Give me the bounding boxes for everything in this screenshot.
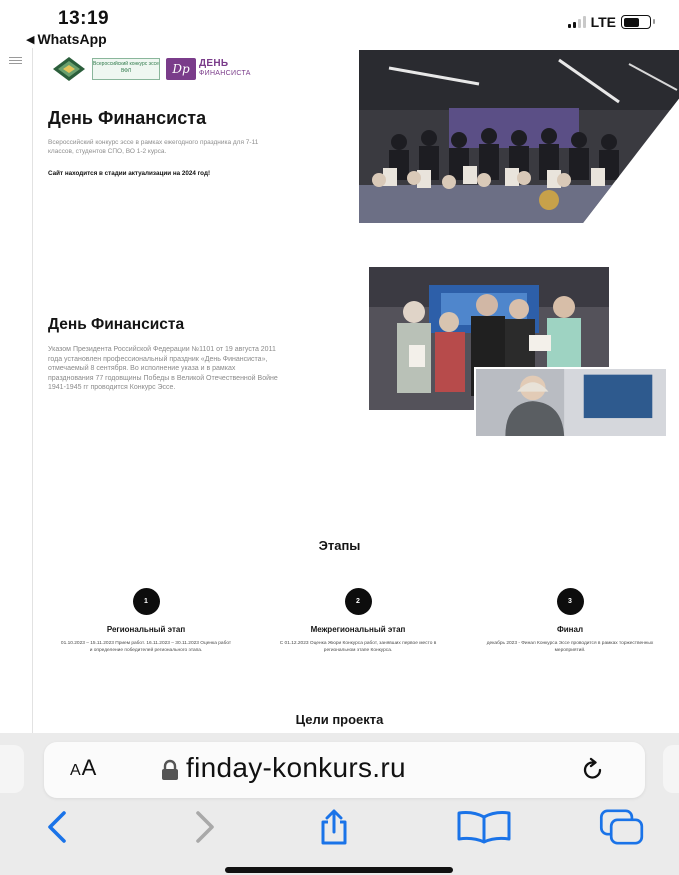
browser-address-area: AA finday-konkurs.ru	[0, 733, 679, 805]
reload-icon[interactable]	[580, 757, 606, 783]
share-icon	[321, 809, 347, 845]
status-indicators: LTE	[567, 14, 655, 30]
address-bar[interactable]: AA finday-konkurs.ru	[44, 742, 645, 798]
tabs-icon	[599, 809, 644, 845]
network-type: LTE	[590, 14, 616, 30]
goals-title: Цели проекта	[295, 712, 384, 727]
page-settings-button[interactable]: AA	[70, 755, 97, 781]
hamburger-menu-icon[interactable]	[9, 57, 22, 66]
back-app-label: WhatsApp	[37, 31, 107, 47]
chevron-right-icon	[196, 811, 214, 843]
day-of-financier-logo: Dp ДЕНЬ ФИНАНСИСТА	[166, 56, 268, 82]
hero-group-photo	[359, 50, 679, 223]
back-to-app-link[interactable]: ◀ WhatsApp	[26, 31, 107, 47]
previous-tab-preview[interactable]	[0, 745, 24, 793]
cellular-signal-icon	[567, 16, 586, 28]
bookmarks-button[interactable]	[455, 809, 513, 845]
stage-3: 3 Финал декабрь 2023 - Финал Конкурса Эс…	[470, 588, 670, 654]
stages-title: Этапы	[318, 538, 361, 553]
update-notice: Сайт находится в стадии актуализации на …	[48, 170, 211, 177]
home-indicator[interactable]	[225, 867, 453, 873]
emblem-logo	[52, 56, 86, 82]
stage-description: декабрь 2023 - Финал Конкурса Эссе прово…	[486, 641, 654, 653]
browser-toolbar	[0, 805, 679, 875]
clock: 13:19	[58, 8, 110, 29]
stage-number-badge: 1	[132, 588, 160, 615]
speaker-photo	[474, 367, 668, 438]
hero-lead: Всероссийский конкурс эссе в рамках ежег…	[48, 139, 259, 155]
logo-row: Всероссийский конкурс эссе ВФЛ Dp ДЕНЬ Ф…	[52, 54, 268, 84]
next-tab-preview[interactable]	[663, 745, 679, 793]
about-text: Указом Президента Российской Федерации №…	[48, 346, 278, 391]
sidebar-divider	[32, 48, 33, 733]
about-title: День Финансиста	[48, 316, 185, 333]
stage-description: 01.10.2023 – 15.11.2023 Прием работ. 16.…	[60, 641, 232, 653]
battery-icon	[621, 15, 655, 29]
stage-number-badge: 2	[344, 588, 372, 615]
lock-icon	[162, 759, 178, 780]
stage-description: С 01.12.2023 Оценка Жюри Конкурса работ,…	[279, 641, 437, 653]
url-text[interactable]: finday-konkurs.ru	[186, 752, 406, 784]
forward-button[interactable]	[186, 809, 222, 845]
hero-title: День Финансиста	[48, 108, 207, 128]
stage-number-badge: 3	[556, 588, 584, 615]
chevron-left-icon	[48, 811, 66, 843]
back-triangle-icon: ◀	[26, 33, 35, 46]
back-button[interactable]	[40, 809, 76, 845]
share-button[interactable]	[316, 809, 352, 845]
contest-logo: Всероссийский конкурс эссе ВФЛ	[92, 58, 160, 80]
book-icon	[457, 811, 511, 844]
tabs-button[interactable]	[596, 809, 648, 845]
stage-1: 1 Региональный этап 01.10.2023 – 15.11.2…	[46, 588, 246, 654]
stage-title: Межрегиональный этап	[310, 625, 406, 634]
stage-title: Региональный этап	[106, 625, 186, 634]
stage-title: Финал	[556, 625, 584, 634]
stage-2: 2 Межрегиональный этап С 01.12.2023 Оцен…	[258, 588, 458, 654]
status-bar: 13:19 ◀ WhatsApp LTE	[0, 0, 679, 48]
web-page[interactable]: Всероссийский конкурс эссе ВФЛ Dp ДЕНЬ Ф…	[0, 48, 679, 733]
